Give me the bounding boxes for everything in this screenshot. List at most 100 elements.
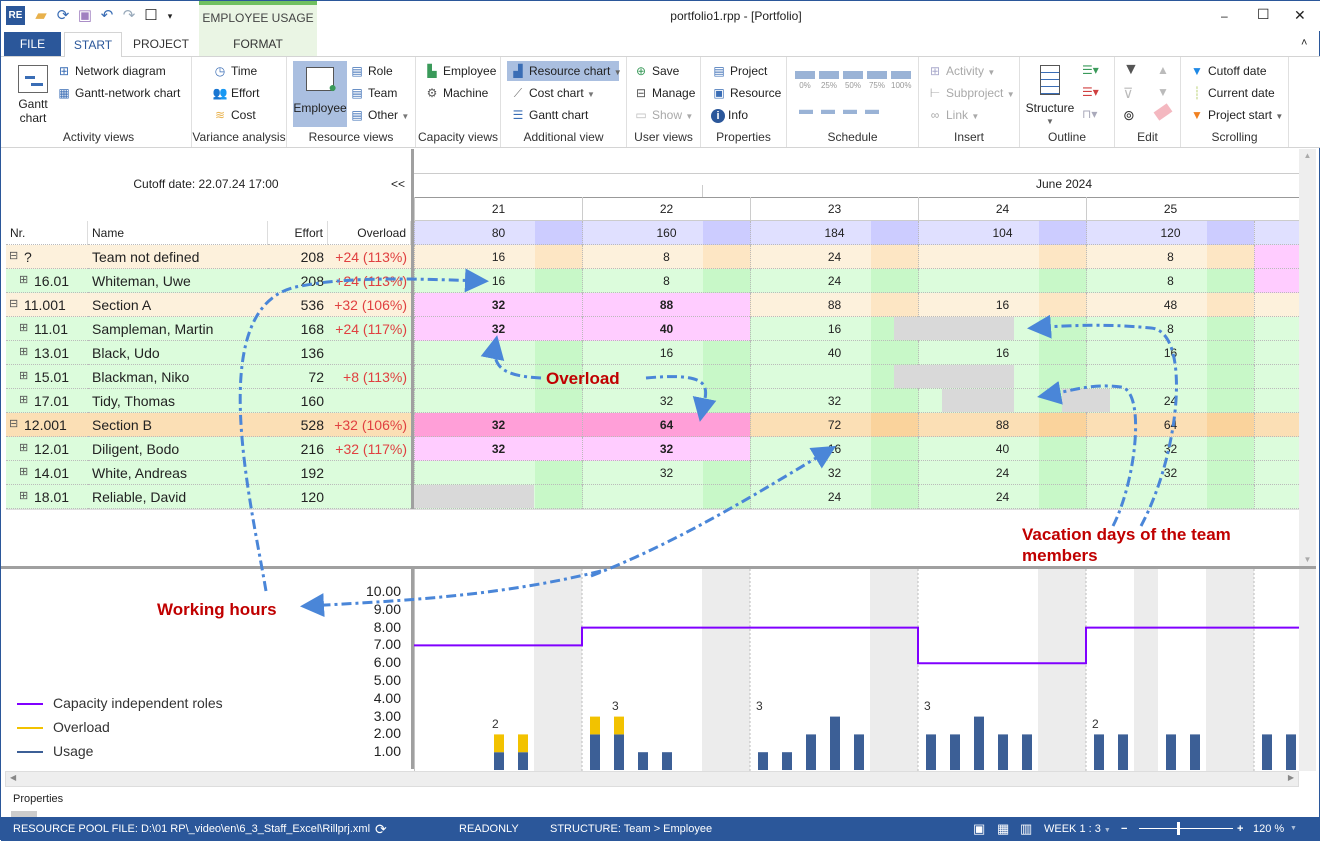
timeline-cell[interactable]: 32 (414, 293, 582, 317)
timeline-cell[interactable]: 8 (1086, 245, 1254, 269)
tab-format[interactable]: FORMAT (199, 32, 317, 56)
timeline-cell[interactable] (1254, 293, 1299, 317)
refresh-icon[interactable]: ⟳ (54, 7, 72, 25)
timeline-cell[interactable]: 16 (918, 293, 1086, 317)
outdent-icon[interactable]: ☰▾ (1082, 85, 1099, 99)
timeline-cell[interactable]: 16 (918, 341, 1086, 365)
timeline-cell[interactable] (1086, 365, 1254, 389)
timeline-cell[interactable] (1254, 413, 1299, 437)
timeline-cell[interactable]: 64 (1086, 413, 1254, 437)
customize-dropdown-icon[interactable]: ▾ (161, 7, 179, 25)
zoom-in-button[interactable]: + (1237, 817, 1243, 841)
timeline-cell[interactable]: 16 (1086, 341, 1254, 365)
zoom-dropdown-icon[interactable]: ▼ (1290, 817, 1297, 841)
tab-project[interactable]: PROJECT (126, 32, 196, 56)
horizontal-scrollbar[interactable]: ◀ ▶ (5, 771, 1299, 787)
tab-file[interactable]: FILE (4, 32, 61, 56)
view-gantt-icon[interactable]: ▦ (997, 817, 1009, 841)
move-down-icon[interactable]: ▼ (1157, 85, 1169, 99)
progress-1-button[interactable]: 25% (819, 71, 839, 90)
role-button[interactable]: ▤ Role (349, 61, 392, 81)
timeline-cell[interactable] (1254, 485, 1299, 509)
insert-link-dropdown[interactable]: ∞ Link ▼ (927, 105, 980, 125)
insert-subproject-dropdown[interactable]: ⊢ Subproject ▼ (927, 83, 1015, 103)
save-icon[interactable]: ▣ (76, 7, 94, 25)
gantt-network-button[interactable]: ▦ Gantt-network chart (56, 83, 180, 103)
timeline-cell[interactable]: 16 (414, 245, 582, 269)
timeline-cell[interactable]: 32 (414, 437, 582, 461)
timeline-cell[interactable] (1254, 389, 1299, 413)
chart-vertical-scrollbar[interactable] (1299, 569, 1316, 771)
timeline-cell[interactable]: 120 (1086, 221, 1254, 245)
column-header-overload[interactable]: Overload (328, 221, 411, 245)
timeline-cell[interactable]: 88 (918, 413, 1086, 437)
resource-chart-dropdown[interactable]: ▟ Resource chart ▼ (507, 61, 622, 81)
capacity-employee-button[interactable]: ▙ Employee (424, 61, 496, 81)
timeline-cell[interactable]: 32 (1086, 437, 1254, 461)
gantt-chart-button[interactable]: Gantt chart (12, 65, 54, 125)
timeline-cell[interactable]: 24 (750, 485, 918, 509)
timeline-cell[interactable] (414, 461, 582, 485)
timeline-cell[interactable]: 64 (582, 413, 750, 437)
timeline-cell[interactable]: 8 (1086, 269, 1254, 293)
timeline-cell[interactable]: 32 (750, 389, 918, 413)
collapse-ribbon-button[interactable]: ˄ (1301, 37, 1307, 49)
tab-start[interactable]: START (64, 32, 122, 57)
timeline-cell[interactable]: 48 (1086, 293, 1254, 317)
move-icon[interactable]: ⊓▾ (1082, 107, 1097, 121)
zoom-slider-thumb[interactable] (1177, 822, 1180, 835)
project-start-dropdown[interactable]: ▼ Project start ▼ (1189, 105, 1283, 125)
close-button[interactable]: ✕ (1294, 7, 1306, 24)
find-icon[interactable]: ⊚ (1123, 107, 1135, 124)
structure-button[interactable]: Structure ▼ (1024, 65, 1076, 129)
timeline-cell[interactable] (582, 485, 750, 509)
timeline-cell[interactable] (414, 341, 582, 365)
network-diagram-button[interactable]: ⊞ Network diagram (56, 61, 166, 81)
column-header-effort[interactable]: Effort (268, 221, 328, 245)
properties-panel-tab[interactable]: Properties (13, 793, 63, 805)
timeline-cell[interactable]: 32 (582, 389, 750, 413)
timeline-cell[interactable]: 80 (414, 221, 582, 245)
view-chart-icon[interactable]: ▥ (1020, 817, 1032, 841)
progress-4-button[interactable]: 100% (891, 71, 911, 90)
timeline-cell[interactable] (1254, 365, 1299, 389)
timeline-cell[interactable]: 32 (750, 461, 918, 485)
clear-filter-icon[interactable]: ⊽ (1123, 85, 1133, 102)
time-button[interactable]: ◷ Time (212, 61, 257, 81)
manage-views-button[interactable]: ⊟ Manage (633, 83, 695, 103)
timeline-cell[interactable]: 104 (918, 221, 1086, 245)
timeline-cell[interactable]: 8 (582, 245, 750, 269)
timeline-cell[interactable] (1254, 245, 1299, 269)
column-header-nr[interactable]: Nr. (6, 221, 88, 245)
move-up-icon[interactable]: ▲ (1157, 63, 1169, 77)
timeline-cell[interactable]: 24 (918, 461, 1086, 485)
timeline-cell[interactable]: 32 (582, 461, 750, 485)
collapse-columns-button[interactable]: << (391, 177, 405, 191)
insert-activity-dropdown[interactable]: ⊞ Activity ▼ (927, 61, 995, 81)
timeline-cell[interactable]: 16 (750, 437, 918, 461)
progress-2-button[interactable]: 50% (843, 71, 863, 90)
gantt-chart-view-button[interactable]: ☰ Gantt chart (510, 105, 589, 125)
timeline-cell[interactable] (1254, 221, 1299, 245)
team-button[interactable]: ▤ Team (349, 83, 397, 103)
timeline-cell[interactable]: 32 (1086, 461, 1254, 485)
filter-icon[interactable]: ▼ (1123, 61, 1139, 79)
show-view-dropdown[interactable]: ▭ Show ▼ (633, 105, 693, 125)
sync-icon[interactable]: ⟳ (375, 817, 387, 841)
current-date-button[interactable]: ┊ Current date (1189, 83, 1274, 103)
timeline-cell[interactable] (918, 245, 1086, 269)
timeline-cell[interactable]: 40 (582, 317, 750, 341)
timeline-cell[interactable]: 40 (750, 341, 918, 365)
info-button[interactable]: i Info (711, 105, 748, 125)
timeline-cell[interactable] (414, 389, 582, 413)
view-normal-icon[interactable]: ▣ (973, 817, 985, 841)
minimize-button[interactable]: ‒ (1221, 9, 1228, 23)
open-icon[interactable]: ▰ (32, 7, 50, 25)
cost-chart-dropdown[interactable]: ⟋ Cost chart ▼ (510, 83, 595, 103)
other-dropdown[interactable]: ▤ Other ▼ (349, 105, 409, 125)
timeline-cell[interactable]: 40 (918, 437, 1086, 461)
timeline-cell[interactable]: 160 (582, 221, 750, 245)
timeline-cell[interactable]: 32 (414, 413, 582, 437)
timeline-cell[interactable]: 88 (750, 293, 918, 317)
save-view-button[interactable]: ⊕ Save (633, 61, 679, 81)
